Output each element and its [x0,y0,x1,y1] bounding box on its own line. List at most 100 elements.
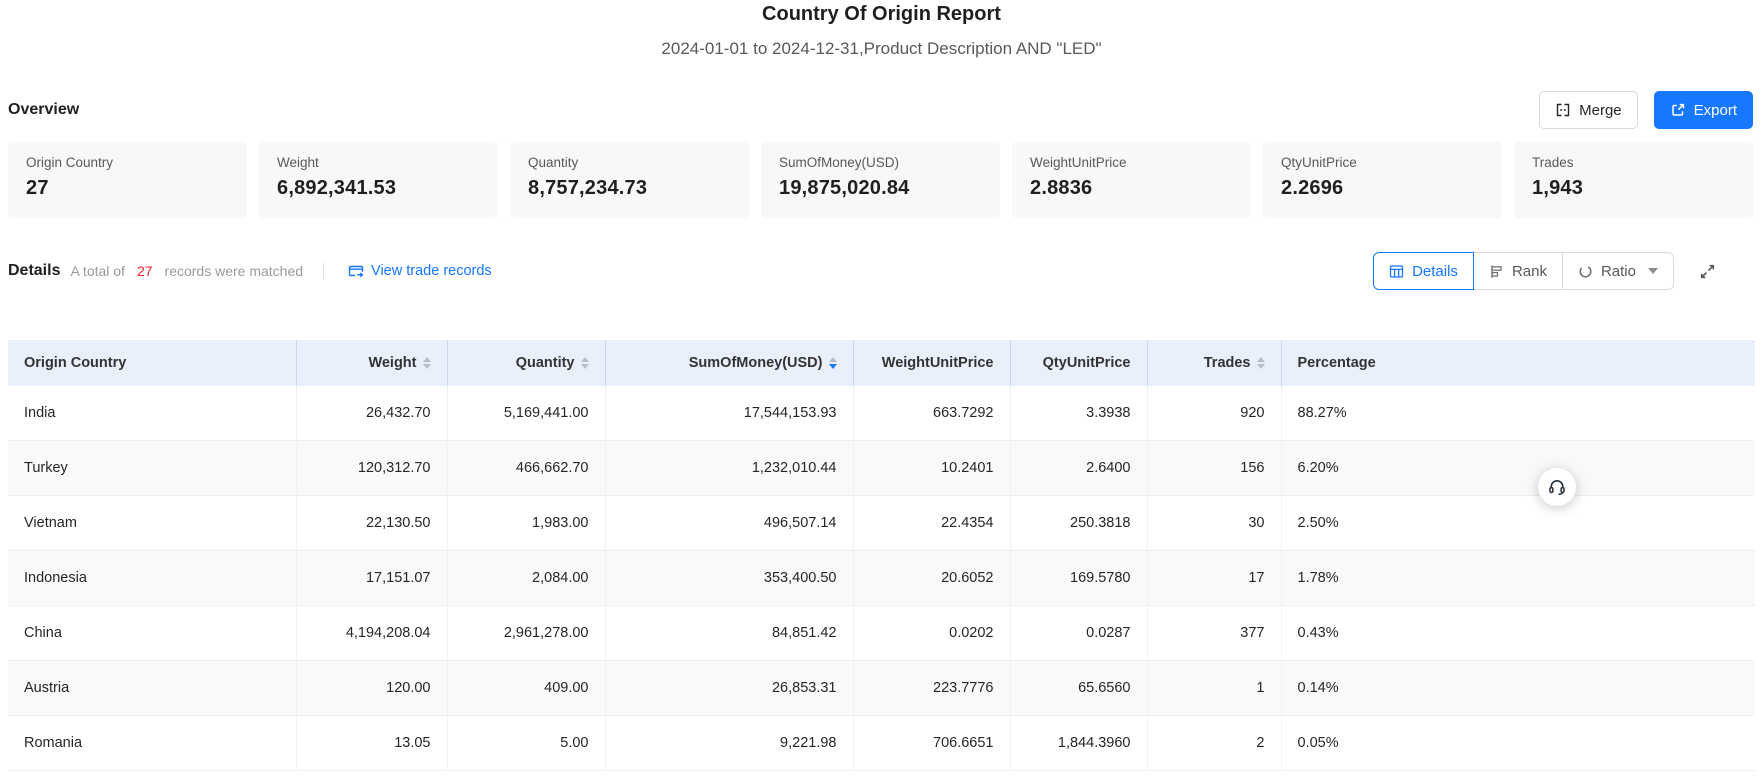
column-label: SumOfMoney(USD) [689,355,823,371]
table-row[interactable]: China 4,194,208.04 2,961,278.00 84,851.4… [8,606,1755,661]
stat-label: Trades [1532,155,1735,170]
overview-bar: Overview Merge Export [8,90,1753,130]
table-header-row: Origin Country Weight Quantity SumOfMone… [8,340,1755,386]
export-button[interactable]: Export [1654,91,1753,129]
column-label: QtyUnitPrice [1043,355,1131,371]
cell-sum-of-money: 17,544,153.93 [605,386,853,441]
column-label: Trades [1204,355,1251,371]
dropdown-caret-icon [1648,268,1658,274]
cell-quantity: 2,961,278.00 [447,606,605,661]
fullscreen-expand-icon [1698,262,1717,281]
cell-weight-unit-price: 22.4354 [853,496,1010,551]
column-label: Origin Country [24,355,126,371]
cell-sum-of-money: 26,853.31 [605,661,853,716]
cell-origin-country: China [8,606,296,661]
stat-value: 6,892,341.53 [277,177,480,200]
cell-origin-country: Vietnam [8,496,296,551]
sort-caret-icon[interactable] [829,357,837,369]
details-summary: Details A total of 27 records were match… [8,262,492,280]
stat-label: Weight [277,155,480,170]
column-header-weight[interactable]: Weight [296,340,447,386]
column-header-sum-of-money[interactable]: SumOfMoney(USD) [605,340,853,386]
cell-origin-country: Romania [8,716,296,771]
donut-ratio-icon [1578,264,1593,279]
cell-weight-unit-price: 20.6052 [853,551,1010,606]
sort-caret-icon[interactable] [581,357,589,369]
sort-caret-icon[interactable] [423,357,431,369]
column-header-origin-country: Origin Country [8,340,296,386]
stat-card-weight-unit-price: WeightUnitPrice 2.8836 [1012,142,1251,218]
cell-weight: 120.00 [296,661,447,716]
view-trade-records-link[interactable]: View trade records [348,263,492,279]
cell-trades: 156 [1147,441,1281,496]
cell-quantity: 1,983.00 [447,496,605,551]
column-header-percentage: Percentage [1281,340,1755,386]
cell-weight: 17,151.07 [296,551,447,606]
table-row[interactable]: India 26,432.70 5,169,441.00 17,544,153.… [8,386,1755,441]
cell-qty-unit-price: 169.5780 [1010,551,1147,606]
cell-weight: 22,130.50 [296,496,447,551]
summary-suffix: records were matched [165,263,304,279]
cell-origin-country: Austria [8,661,296,716]
cell-percentage: 6.20% [1281,441,1755,496]
cell-weight: 120,312.70 [296,441,447,496]
cell-weight-unit-price: 223.7776 [853,661,1010,716]
cell-quantity: 5.00 [447,716,605,771]
customer-support-button[interactable] [1538,468,1576,506]
column-label: Percentage [1298,355,1376,371]
matched-count: 27 [135,263,155,279]
stat-label: Origin Country [26,155,229,170]
cell-qty-unit-price: 250.3818 [1010,496,1147,551]
cell-weight-unit-price: 706.6651 [853,716,1010,771]
table-grid-icon [1389,264,1404,279]
sort-caret-icon[interactable] [1257,357,1265,369]
cell-qty-unit-price: 65.6560 [1010,661,1147,716]
tab-rank[interactable]: Rank [1473,252,1563,290]
tab-details[interactable]: Details [1373,252,1474,290]
stat-card-sum-of-money: SumOfMoney(USD) 19,875,020.84 [761,142,1000,218]
table-row[interactable]: Indonesia 17,151.07 2,084.00 353,400.50 … [8,551,1755,606]
merge-button[interactable]: Merge [1539,91,1638,129]
cell-sum-of-money: 9,221.98 [605,716,853,771]
cell-percentage: 88.27% [1281,386,1755,441]
column-label: Quantity [516,355,575,371]
stat-value: 2.8836 [1030,177,1233,200]
fullscreen-button[interactable] [1698,262,1717,281]
merge-button-label: Merge [1579,102,1622,119]
cell-qty-unit-price: 2.6400 [1010,441,1147,496]
cell-sum-of-money: 353,400.50 [605,551,853,606]
column-label: WeightUnitPrice [882,355,994,371]
cell-trades: 30 [1147,496,1281,551]
summary-prefix: A total of [70,263,124,279]
table-row[interactable]: Austria 120.00 409.00 26,853.31 223.7776… [8,661,1755,716]
cell-trades: 377 [1147,606,1281,661]
cell-quantity: 5,169,441.00 [447,386,605,441]
trade-records-window-icon [348,263,364,279]
tab-ratio[interactable]: Ratio [1562,252,1674,290]
stat-label: Quantity [528,155,731,170]
cell-weight-unit-price: 10.2401 [853,441,1010,496]
table-row[interactable]: Romania 13.05 5.00 9,221.98 706.6651 1,8… [8,716,1755,771]
cell-sum-of-money: 496,507.14 [605,496,853,551]
page-title: Country Of Origin Report [0,3,1763,26]
column-header-quantity[interactable]: Quantity [447,340,605,386]
bar-rank-icon [1489,264,1504,279]
cell-quantity: 2,084.00 [447,551,605,606]
headset-icon [1547,477,1567,497]
cell-trades: 17 [1147,551,1281,606]
view-trade-records-label: View trade records [371,263,492,279]
cell-weight: 26,432.70 [296,386,447,441]
stat-card-qty-unit-price: QtyUnitPrice 2.2696 [1263,142,1502,218]
stat-value: 1,943 [1532,177,1735,200]
column-header-trades[interactable]: Trades [1147,340,1281,386]
overview-stat-cards: Origin Country 27 Weight 6,892,341.53 Qu… [8,142,1753,218]
export-button-label: Export [1694,102,1737,119]
details-controls: Details Rank Ratio [1373,252,1753,290]
stat-value: 8,757,234.73 [528,177,731,200]
table-row[interactable]: Turkey 120,312.70 466,662.70 1,232,010.4… [8,441,1755,496]
cell-weight: 13.05 [296,716,447,771]
stat-card-trades: Trades 1,943 [1514,142,1753,218]
view-switcher: Details Rank Ratio [1373,252,1674,290]
table-row[interactable]: Vietnam 22,130.50 1,983.00 496,507.14 22… [8,496,1755,551]
cell-sum-of-money: 1,232,010.44 [605,441,853,496]
